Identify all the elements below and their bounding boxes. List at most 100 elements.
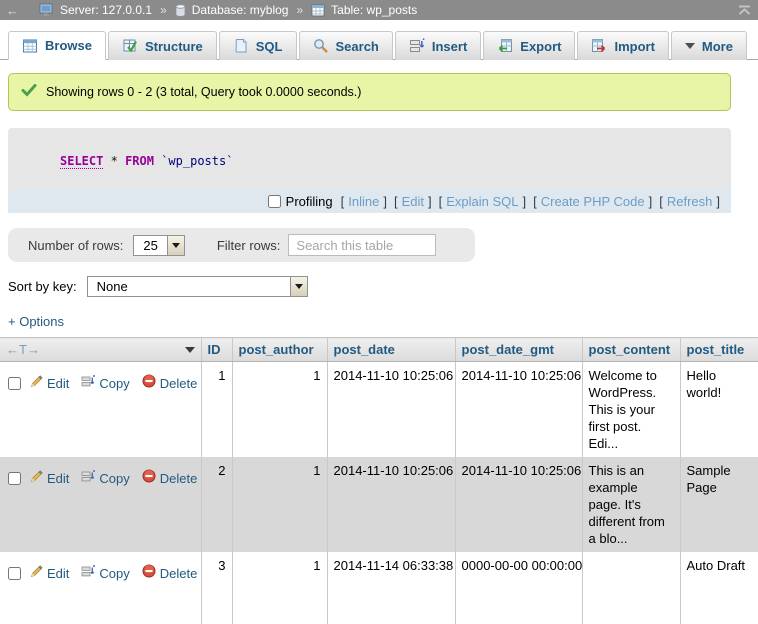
sort-by-key-row: Sort by key: None [8,276,758,297]
cell-post-author: 1 [232,552,327,624]
pencil-icon [30,470,43,487]
number-of-rows-select[interactable]: 25 [133,235,184,256]
options-toggle-link[interactable]: + Options [8,314,64,329]
column-header-post-date-gmt[interactable]: post_date_gmt [455,338,582,362]
select-dropdown-button[interactable] [290,277,307,296]
cell-post-content: Welcome to WordPress. This is your first… [582,362,680,458]
bracket: ] [383,194,387,209]
sql-icon [233,38,249,54]
delete-row-link[interactable]: Delete [160,565,198,582]
copy-row-link[interactable]: Copy [99,375,129,392]
browse-icon [22,38,38,54]
delete-icon [142,564,156,582]
breadcrumb-database[interactable]: Database: myblog [192,3,289,17]
tab-import[interactable]: Import [577,31,668,60]
sort-by-key-select[interactable]: None [87,276,308,297]
inline-link[interactable]: Inline [348,194,379,209]
back-arrow-icon[interactable]: ← [6,3,19,18]
column-header-post-author[interactable]: post_author [232,338,327,362]
tab-label: More [702,39,733,54]
tab-search[interactable]: Search [299,31,393,60]
tab-export[interactable]: Export [483,31,575,60]
tab-insert[interactable]: Insert [395,31,481,60]
status-message-text: Showing rows 0 - 2 (3 total, Query took … [46,85,361,99]
breadcrumb-table[interactable]: Table: wp_posts [331,3,417,17]
bracket: [ [394,194,398,209]
tab-sql[interactable]: SQL [219,31,297,60]
delete-row-link[interactable]: Delete [160,375,198,392]
status-message: Showing rows 0 - 2 (3 total, Query took … [8,73,731,111]
bracket: ] [428,194,432,209]
cell-post-date-gmt: 2014-11-10 10:25:06 [455,362,582,458]
tab-label: SQL [256,39,283,54]
server-icon [39,3,54,17]
column-header-id[interactable]: ID [201,338,232,362]
row-checkbox[interactable] [8,377,21,390]
cell-post-author: 1 [232,362,327,458]
cell-post-title: Auto Draft [680,552,758,624]
select-dropdown-button[interactable] [167,236,184,255]
cell-post-date-gmt: 0000-00-00 00:00:00 [455,552,582,624]
edit-query-link[interactable]: Edit [402,194,424,209]
row-checkbox[interactable] [8,472,21,485]
collapse-top-icon[interactable] [737,5,752,16]
column-header-post-content[interactable]: post_content [582,338,680,362]
create-php-code-link[interactable]: Create PHP Code [541,194,645,209]
tab-label: Structure [145,39,203,54]
edit-row-link[interactable]: Edit [47,565,69,582]
copy-row-link[interactable]: Copy [99,565,129,582]
cell-post-author: 1 [232,457,327,552]
column-order-icon[interactable]: ←T→ [6,342,40,357]
cell-id: 2 [201,457,232,552]
bracket: ] [649,194,653,209]
tab-label: Export [520,39,561,54]
bracket: [ [533,194,537,209]
column-header-post-date[interactable]: post_date [327,338,455,362]
bracket: ] [716,194,720,209]
cell-id: 1 [201,362,232,458]
cell-post-content [582,552,680,624]
bracket: ] [523,194,527,209]
profiling-checkbox[interactable] [268,195,281,208]
cell-post-date-gmt: 2014-11-10 10:25:06 [455,457,582,552]
explain-sql-link[interactable]: Explain SQL [446,194,518,209]
column-options-icon[interactable] [185,347,195,353]
selected-rows-value: 25 [134,236,166,255]
cell-post-title: Hello world! [680,362,758,458]
profiling-label: Profiling [286,194,333,209]
chevron-down-icon [172,243,180,248]
import-icon [591,38,607,54]
tab-more[interactable]: More [671,31,747,60]
table-icon [311,4,325,17]
filter-rows-input[interactable] [288,234,436,256]
bracket: [ [659,194,663,209]
tab-label: Insert [432,39,467,54]
refresh-link[interactable]: Refresh [667,194,713,209]
cell-id: 3 [201,552,232,624]
cell-post-title: Sample Page [680,457,758,552]
tab-structure[interactable]: Structure [108,31,217,60]
edit-row-link[interactable]: Edit [47,470,69,487]
results-table: ←T→ ID post_author post_date post_date_g… [0,337,758,624]
edit-row-link[interactable]: Edit [47,375,69,392]
tab-label: Search [336,39,379,54]
sql-keyword: FROM [125,154,154,168]
column-header-post-title[interactable]: post_title [680,338,758,362]
table-tabs: Browse Structure SQL Search Insert Expor… [0,30,758,60]
copy-row-link[interactable]: Copy [99,470,129,487]
delete-icon [142,374,156,392]
copy-icon [81,375,95,392]
delete-row-link[interactable]: Delete [160,470,198,487]
breadcrumb-server[interactable]: Server: 127.0.0.1 [60,3,152,17]
chevron-down-icon [685,43,695,49]
selected-sort-value: None [88,277,137,296]
tab-browse[interactable]: Browse [8,31,106,60]
copy-icon [81,565,95,582]
sql-query-editor[interactable]: SELECT * FROM `wp_posts` [8,128,731,189]
row-checkbox[interactable] [8,567,21,580]
table-row: Edit Copy Delete 3 1 2014-11-14 06:33:38… [0,552,758,624]
filter-rows-label: Filter rows: [217,238,281,253]
success-check-icon [21,84,37,100]
search-icon [313,38,329,54]
delete-icon [142,469,156,487]
